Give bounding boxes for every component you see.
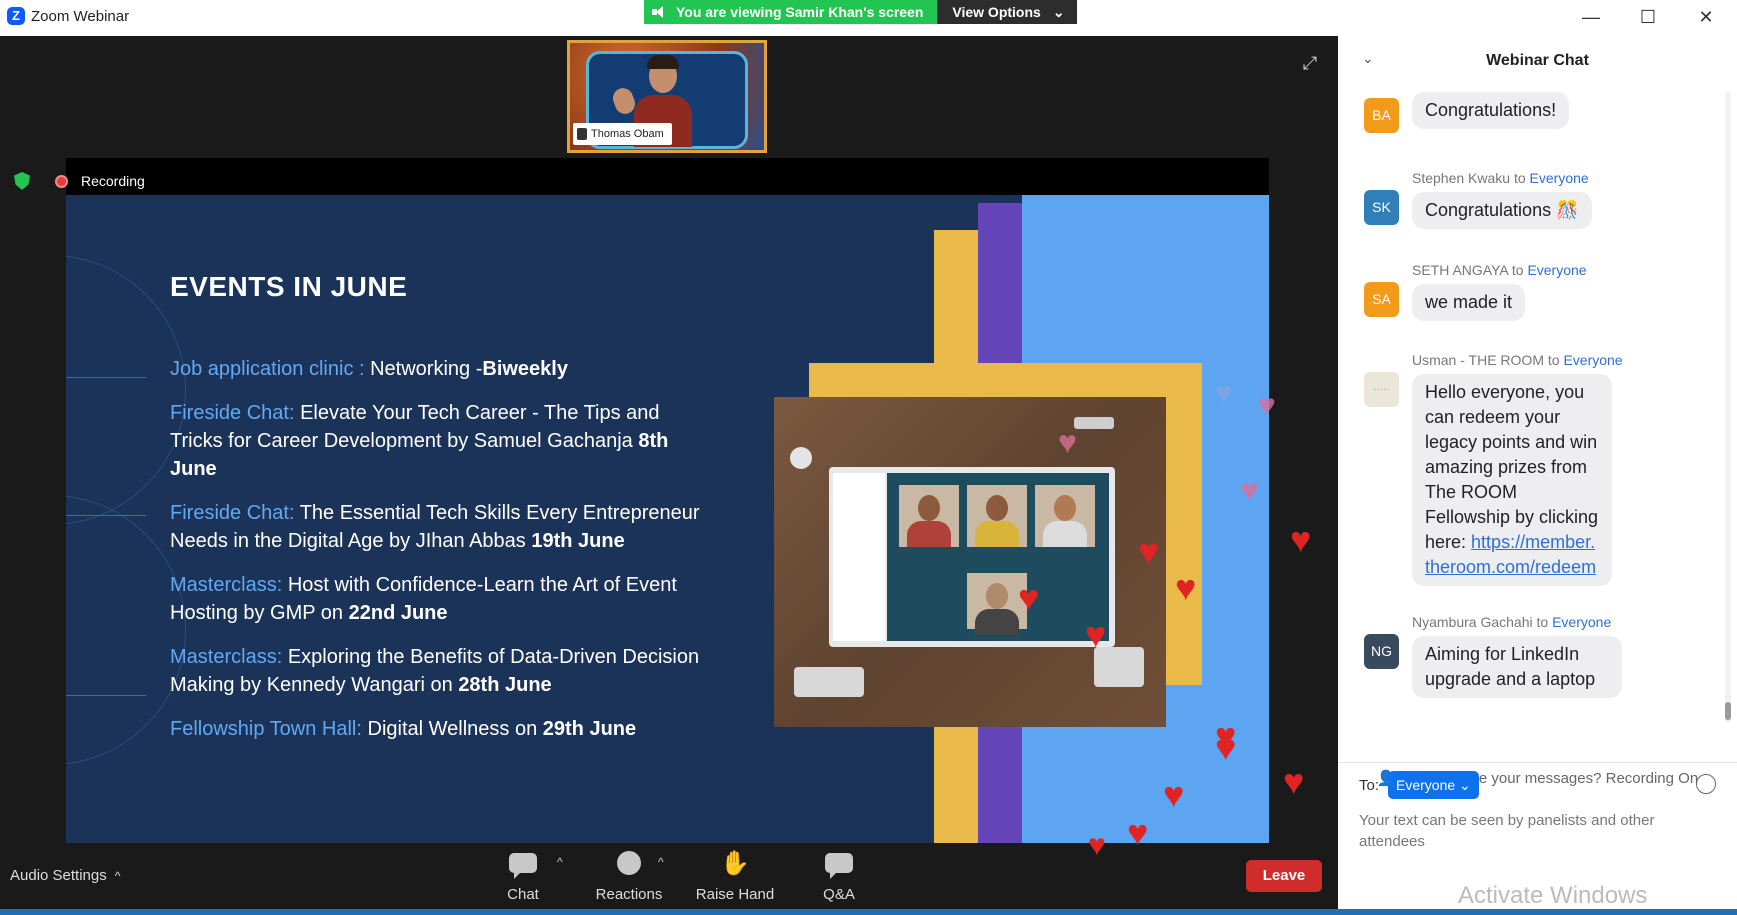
chat-scrollbar[interactable] xyxy=(1725,92,1731,722)
scrollbar-thumb[interactable] xyxy=(1725,702,1731,720)
avatar: ····· xyxy=(1364,372,1399,407)
chevron-down-icon: ⌄ xyxy=(1459,777,1471,793)
laptop-image xyxy=(829,467,1115,647)
chat-title: Webinar Chat xyxy=(1486,52,1589,69)
event-item: Fireside Chat: Elevate Your Tech Career … xyxy=(170,402,669,480)
viewing-message: You are viewing Samir Khan's screen xyxy=(644,0,938,24)
heart-reaction-icon: ♥ xyxy=(1138,531,1160,572)
slide-photo xyxy=(774,397,1166,727)
event-item: Masterclass: Host with Confidence-Learn … xyxy=(170,574,677,624)
audio-settings-label: Audio Settings xyxy=(10,867,107,884)
chat-options-caret-icon[interactable]: ^ xyxy=(557,855,563,869)
reactions-button[interactable]: Reactions xyxy=(593,848,665,903)
chevron-down-icon: ⌄ xyxy=(1052,4,1065,20)
shared-slide: EVENTS IN JUNE Job application clinic : … xyxy=(66,195,1269,843)
reactions-label: Reactions xyxy=(595,886,663,903)
zoom-logo-icon: Z xyxy=(7,7,25,25)
raise-hand-label: Raise Hand xyxy=(695,886,775,903)
avatar: SA xyxy=(1364,282,1399,317)
events-list: Job application clinic : Networking -Biw… xyxy=(170,355,710,759)
message-sender: Stephen Kwaku to Everyone xyxy=(1412,170,1589,186)
view-options-label: View Options xyxy=(952,4,1041,20)
webinar-chat-panel: ⌄ Webinar Chat BA Congratulations! Steph… xyxy=(1338,36,1737,909)
maximize-button[interactable]: ☐ xyxy=(1625,4,1671,30)
avatar: BA xyxy=(1364,98,1399,133)
qa-icon xyxy=(825,853,853,879)
heart-reaction-icon: ♥ xyxy=(1290,519,1312,560)
chat-input[interactable]: Your text can be seen by panelists and o… xyxy=(1359,810,1689,852)
heart-reaction-icon: ♥ xyxy=(1085,614,1107,655)
leave-button[interactable]: Leave xyxy=(1246,860,1322,892)
chat-button[interactable]: Chat xyxy=(502,848,544,903)
minimize-button[interactable]: — xyxy=(1568,4,1614,30)
slide-title: EVENTS IN JUNE xyxy=(170,271,408,302)
event-item: Fellowship Town Hall: Digital Wellness o… xyxy=(170,718,637,740)
event-item: Job application clinic : Networking -Biw… xyxy=(170,358,568,380)
heart-reaction-icon: ♥ xyxy=(1018,577,1040,618)
chat-label: Chat xyxy=(507,886,539,903)
avatar: NG xyxy=(1364,634,1399,669)
speaker-icon xyxy=(652,6,666,18)
avatar: SK xyxy=(1364,190,1399,225)
reactions-options-caret-icon[interactable]: ^ xyxy=(658,855,664,869)
raise-hand-button[interactable]: ✋ Raise Hand xyxy=(695,848,775,904)
heart-reaction-icon: ♥ xyxy=(1175,567,1197,608)
message-text: Congratulations! xyxy=(1412,92,1570,129)
recording-icon xyxy=(55,175,68,188)
audio-settings-button[interactable]: Audio Settings ^ xyxy=(10,867,120,884)
heart-reaction-icon: ♥ xyxy=(1215,377,1233,410)
viewing-text: You are viewing Samir Khan's screen xyxy=(676,4,924,20)
message-text: Congratulations 🎊 xyxy=(1412,192,1592,229)
windows-activation-watermark: Activate Windows xyxy=(1458,882,1648,909)
chevron-up-icon: ^ xyxy=(114,868,121,883)
reactions-icon xyxy=(617,851,641,875)
recipient-dropdown[interactable]: Everyone ⌄ xyxy=(1388,771,1479,799)
participant-name-tag: Thomas Obam xyxy=(573,123,672,145)
to-label: To: xyxy=(1359,777,1380,794)
decorative-arc xyxy=(66,255,186,525)
view-options-button[interactable]: View Options ⌄ xyxy=(937,0,1077,24)
qa-button[interactable]: Q&A xyxy=(818,848,860,903)
pin-icon xyxy=(577,128,587,140)
heart-reaction-icon: ♥ xyxy=(1215,727,1237,768)
heart-reaction-icon: ♥ xyxy=(1283,761,1305,802)
message-sender: SETH ANGAYA to Everyone xyxy=(1412,262,1587,278)
recording-label: Recording xyxy=(81,173,145,189)
decorative-line xyxy=(66,515,146,516)
message-text: Aiming for LinkedIn upgrade and a laptop xyxy=(1412,636,1622,698)
heart-reaction-icon: ♥ xyxy=(1163,774,1185,815)
emoji-icon[interactable] xyxy=(1696,774,1716,794)
window-title: Zoom Webinar xyxy=(31,8,130,25)
heart-reaction-icon: ♥ xyxy=(1088,829,1106,862)
speaker-video-thumbnail[interactable]: Thomas Obam xyxy=(567,40,767,153)
decorative-line xyxy=(66,377,146,378)
decorative-line xyxy=(66,695,146,696)
heart-reaction-icon: ♥ xyxy=(1240,472,1259,508)
heart-reaction-icon: ♥ xyxy=(1258,389,1276,422)
heart-reaction-icon: ♥ xyxy=(1127,812,1149,853)
share-top-bar xyxy=(66,158,1269,195)
message-text: we made it xyxy=(1412,284,1526,321)
expand-icon[interactable]: ⤢ xyxy=(1299,52,1321,74)
qa-label: Q&A xyxy=(823,886,855,903)
close-button[interactable]: ✕ xyxy=(1683,4,1729,30)
heart-reaction-icon: ♥ xyxy=(1058,424,1077,460)
chat-icon xyxy=(509,853,537,879)
decorative-arc xyxy=(66,495,186,765)
participant-name: Thomas Obam xyxy=(591,128,664,140)
message-text: Hello everyone, you can redeem your lega… xyxy=(1412,374,1612,586)
message-sender: Usman - THE ROOM to Everyone xyxy=(1412,352,1623,368)
hand-icon: ✋ xyxy=(720,849,750,877)
event-item: Masterclass: Exploring the Benefits of D… xyxy=(170,646,700,696)
message-sender: Nyambura Gachahi to Everyone xyxy=(1412,614,1612,630)
screen-share-bar: You are viewing Samir Khan's screen View… xyxy=(644,0,1077,24)
event-item: Fireside Chat: The Essential Tech Skills… xyxy=(170,502,700,552)
